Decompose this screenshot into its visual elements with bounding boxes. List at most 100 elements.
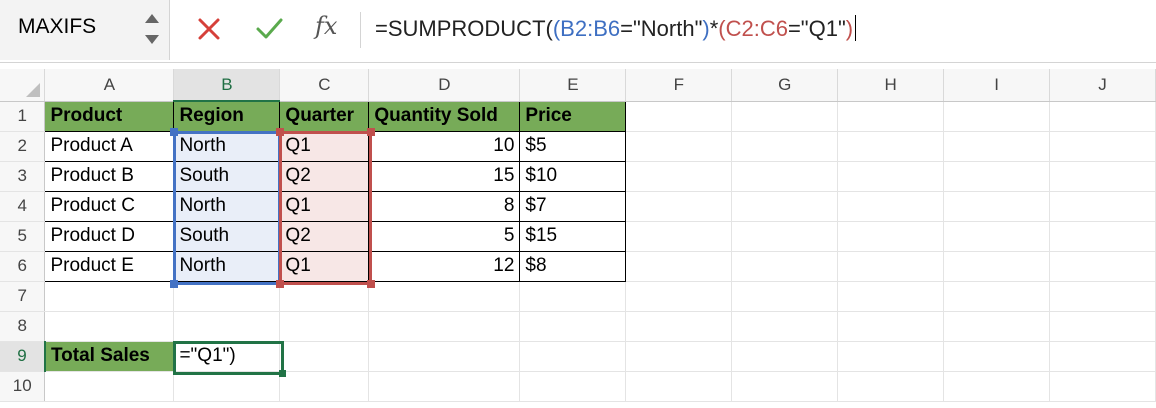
- price-cell[interactable]: $10: [519, 160, 627, 192]
- quantity-cell[interactable]: 15: [368, 160, 521, 192]
- header-cell-product[interactable]: Product: [44, 100, 175, 132]
- empty-cell[interactable]: [1049, 221, 1156, 252]
- empty-cell[interactable]: [519, 311, 627, 342]
- check-icon[interactable]: [254, 14, 284, 44]
- region-cell[interactable]: South: [173, 160, 281, 192]
- empty-cell[interactable]: [1049, 251, 1156, 282]
- empty-cell[interactable]: [837, 191, 945, 222]
- fx-icon[interactable]: fx: [315, 12, 337, 40]
- empty-cell[interactable]: [837, 251, 945, 282]
- empty-cell[interactable]: [625, 251, 733, 282]
- column-header-g[interactable]: G: [731, 69, 839, 102]
- empty-cell[interactable]: [731, 161, 839, 192]
- column-header-b[interactable]: B: [173, 69, 281, 102]
- price-cell[interactable]: $5: [519, 130, 627, 162]
- product-cell[interactable]: Product A: [44, 130, 175, 162]
- quantity-cell[interactable]: 10: [368, 130, 521, 162]
- header-cell-price[interactable]: Price: [519, 100, 627, 132]
- row-header-1[interactable]: 1: [0, 101, 46, 132]
- quantity-cell[interactable]: 8: [368, 190, 521, 222]
- empty-cell[interactable]: [943, 101, 1051, 132]
- column-header-f[interactable]: F: [625, 69, 733, 102]
- row-header-7[interactable]: 7: [0, 281, 46, 312]
- row-header-10[interactable]: 10: [0, 371, 46, 402]
- empty-cell[interactable]: [731, 101, 839, 132]
- region-cell[interactable]: South: [173, 220, 281, 252]
- price-cell[interactable]: $8: [519, 250, 627, 282]
- quarter-cell[interactable]: Q2: [279, 220, 370, 252]
- header-cell-quarter[interactable]: Quarter: [279, 100, 370, 132]
- quantity-cell[interactable]: 5: [368, 220, 521, 252]
- empty-cell[interactable]: [519, 371, 627, 402]
- empty-cell[interactable]: [279, 281, 370, 312]
- empty-cell[interactable]: [1049, 281, 1156, 312]
- empty-cell[interactable]: [625, 161, 733, 192]
- row-header-3[interactable]: 3: [0, 161, 46, 192]
- row-header-6[interactable]: 6: [0, 251, 46, 282]
- empty-cell[interactable]: [1049, 101, 1156, 132]
- column-header-j[interactable]: J: [1049, 69, 1156, 102]
- column-header-a[interactable]: A: [44, 69, 175, 102]
- empty-cell[interactable]: [943, 131, 1051, 162]
- product-cell[interactable]: Product C: [44, 190, 175, 222]
- empty-cell[interactable]: [731, 191, 839, 222]
- empty-cell[interactable]: [943, 161, 1051, 192]
- empty-cell[interactable]: [279, 311, 370, 342]
- empty-cell[interactable]: [731, 281, 839, 312]
- row-header-8[interactable]: 8: [0, 311, 46, 342]
- quarter-cell[interactable]: Q1: [279, 190, 370, 222]
- empty-cell[interactable]: [943, 311, 1051, 342]
- total-sales-edit-cell[interactable]: ="Q1"): [173, 341, 281, 372]
- column-header-c[interactable]: C: [279, 69, 370, 102]
- empty-cell[interactable]: [1049, 341, 1156, 372]
- empty-cell[interactable]: [837, 371, 945, 402]
- quarter-cell[interactable]: Q1: [279, 250, 370, 282]
- empty-cell[interactable]: [943, 251, 1051, 282]
- empty-cell[interactable]: [1049, 311, 1156, 342]
- empty-cell[interactable]: [837, 341, 945, 372]
- empty-cell[interactable]: [731, 371, 839, 402]
- name-box-stepper-icon[interactable]: [142, 9, 162, 49]
- empty-cell[interactable]: [731, 311, 839, 342]
- empty-cell[interactable]: [368, 281, 521, 312]
- empty-cell[interactable]: [943, 371, 1051, 402]
- empty-cell[interactable]: [625, 191, 733, 222]
- empty-cell[interactable]: [731, 131, 839, 162]
- empty-cell[interactable]: [519, 281, 627, 312]
- formula-input[interactable]: =SUMPRODUCT((B2:B6="North")*(C2:C6="Q1"): [375, 15, 857, 42]
- empty-cell[interactable]: [625, 281, 733, 312]
- empty-cell[interactable]: [44, 311, 175, 342]
- empty-cell[interactable]: [368, 311, 521, 342]
- empty-cell[interactable]: [837, 281, 945, 312]
- empty-cell[interactable]: [837, 221, 945, 252]
- select-all-corner[interactable]: [0, 69, 46, 102]
- region-cell[interactable]: North: [173, 130, 281, 162]
- empty-cell[interactable]: [625, 221, 733, 252]
- column-header-i[interactable]: I: [943, 69, 1051, 102]
- column-header-e[interactable]: E: [519, 69, 627, 102]
- empty-cell[interactable]: [943, 281, 1051, 312]
- empty-cell[interactable]: [44, 281, 175, 312]
- quarter-cell[interactable]: Q2: [279, 160, 370, 192]
- header-cell-quantity-sold[interactable]: Quantity Sold: [368, 100, 521, 132]
- empty-cell[interactable]: [173, 281, 281, 312]
- empty-cell[interactable]: [1049, 191, 1156, 222]
- total-sales-label[interactable]: Total Sales: [44, 341, 175, 372]
- empty-cell[interactable]: [1049, 371, 1156, 402]
- empty-cell[interactable]: [368, 341, 521, 372]
- empty-cell[interactable]: [1049, 131, 1156, 162]
- region-cell[interactable]: North: [173, 190, 281, 222]
- empty-cell[interactable]: [943, 221, 1051, 252]
- empty-cell[interactable]: [625, 311, 733, 342]
- row-header-4[interactable]: 4: [0, 191, 46, 222]
- name-box[interactable]: MAXIFS: [0, 0, 170, 60]
- close-icon[interactable]: [196, 14, 222, 44]
- price-cell[interactable]: $15: [519, 220, 627, 252]
- quantity-cell[interactable]: 12: [368, 250, 521, 282]
- product-cell[interactable]: Product D: [44, 220, 175, 252]
- region-cell[interactable]: North: [173, 250, 281, 282]
- empty-cell[interactable]: [625, 131, 733, 162]
- empty-cell[interactable]: [44, 371, 175, 402]
- row-header-9[interactable]: 9: [0, 341, 46, 372]
- empty-cell[interactable]: [837, 311, 945, 342]
